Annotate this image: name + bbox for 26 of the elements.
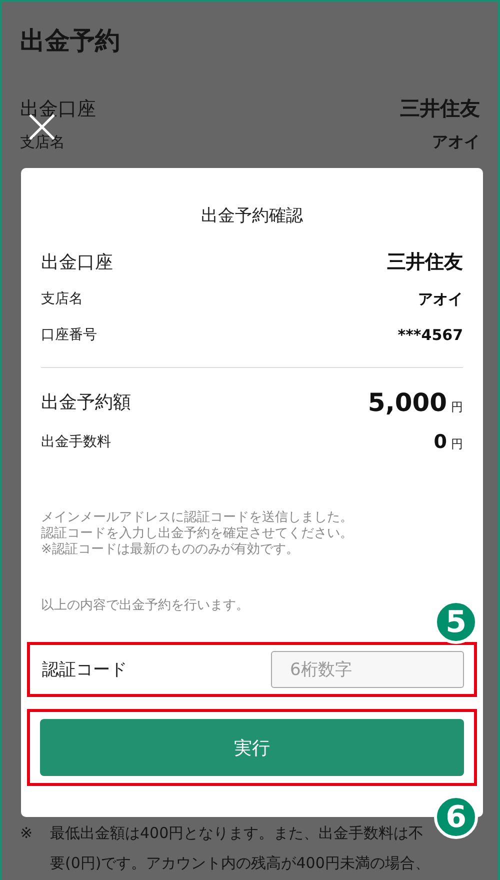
currency-unit: 円 xyxy=(451,436,463,453)
row-value: アオイ xyxy=(432,132,480,153)
note-mark: ※ xyxy=(20,823,34,844)
page-title: 出金予約 xyxy=(20,25,121,57)
submit-button[interactable]: 実行 xyxy=(40,719,464,776)
row-label: 出金口座 xyxy=(41,251,113,274)
row-value: 三井住友 xyxy=(387,250,463,275)
notice-text: メインメールアドレスに認証コードを送信しました。 認証コードを入力し出金予約を確定させてください。 ※認証コードは最新のもののみが有効です。 xyxy=(41,510,354,558)
row-label: 出金手数料 xyxy=(41,433,111,451)
currency-unit: 円 xyxy=(451,398,463,416)
amount-value: 0 xyxy=(434,431,447,453)
row-value: ***4567 xyxy=(398,326,463,344)
row-label: 出金予約額 xyxy=(41,391,131,414)
row-value: アオイ xyxy=(418,290,463,308)
row-label: 支店名 xyxy=(20,133,65,152)
row-label: 支店名 xyxy=(41,290,83,308)
code-input-field[interactable]: 6桁数字 xyxy=(271,651,464,688)
dialog-title: 出金予約確認 xyxy=(200,205,304,227)
note-text: 最低出金額は400円となります。また、出金手数料は不 要(0円)です。アカウント内の残高が400円未満の場合、 xyxy=(50,823,430,874)
row-label: 口座番号 xyxy=(41,326,97,344)
field-label: 認証コード xyxy=(42,659,127,681)
step-badge: 6 xyxy=(434,795,478,839)
amount-value: 5,000 xyxy=(368,388,447,416)
row-label: 出金口座 xyxy=(20,96,96,122)
row-value: 三井住友 xyxy=(400,95,480,122)
confirm-text: 以上の内容で出金予約を行います。 xyxy=(41,597,250,614)
